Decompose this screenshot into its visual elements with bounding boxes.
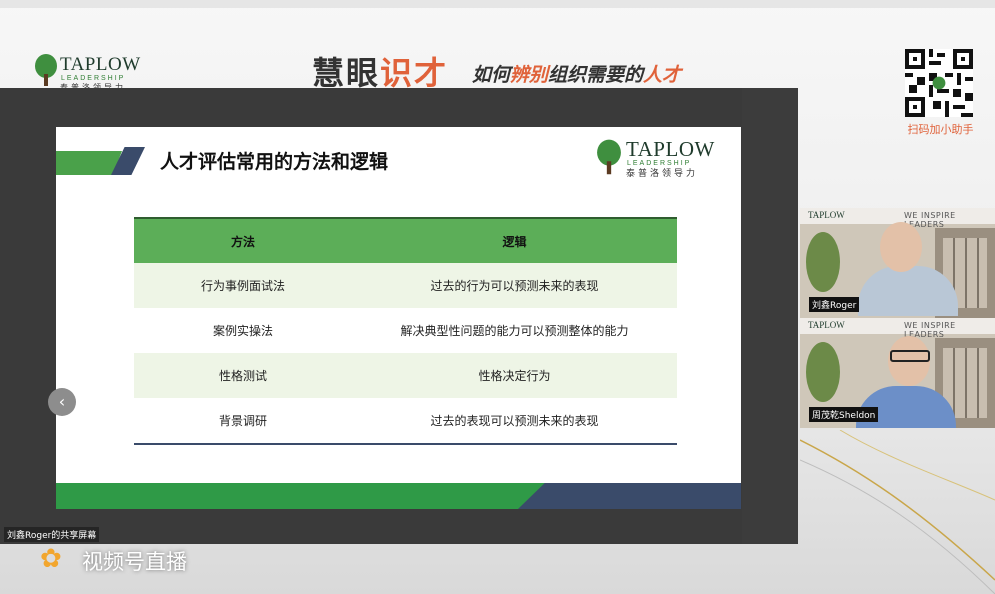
slide-accent-green [56,151,122,175]
participant-name: 周茂乾Sheldon [809,407,879,422]
table-row: 性格测试 性格决定行为 [134,353,677,398]
event-subtitle-part2: 辨别 [510,64,549,86]
logic-cell: 性格决定行为 [352,353,677,398]
tile-logo: TAPLOW [808,320,845,330]
brand-sub: LEADERSHIP [61,75,126,82]
qr-code-icon [905,49,973,117]
method-cell: 性格测试 [134,353,352,398]
channels-butterfly-icon: ✿ [40,544,62,574]
taplow-logo: TAPLOW LEADERSHIP 泰普洛领导力 [34,54,144,92]
live-stream-label: 视频号直播 [82,550,187,574]
decorative-curves [800,430,995,594]
header-logic: 逻辑 [352,217,677,263]
participant-video-tile[interactable]: TAPLOW WE INSPIRE LEADERS 刘鑫Roger [800,208,995,318]
logic-cell: 解决典型性问题的能力可以预测整体的能力 [400,324,629,338]
previous-page-button[interactable]: ‹ [48,388,76,416]
shared-screen-margin [742,88,798,544]
slide-brand-name: TAPLOW [626,137,715,161]
tile-motto: WE INSPIRE LEADERS [904,321,956,339]
participant-head [880,222,922,272]
slide-taplow-logo: TAPLOW LEADERSHIP 泰普洛领导力 [596,137,736,181]
qr-label: 扫码加小助手 [907,123,974,136]
event-title-part1: 慧眼 [312,54,381,92]
event-title-part2: 识才 [380,54,449,92]
method-table: 方法 逻辑 行为事例面试法 过去的行为可以预测未来的表现 案例实操法 解决典型性… [134,217,677,445]
participant-video-tile[interactable]: TAPLOW WE INSPIRE LEADERS 周茂乾Sheldon [800,318,995,428]
table-row: 案例实操法 解决典型性问题的能力可以预测整体的能力 [134,308,677,353]
tile-logo: TAPLOW [808,210,845,220]
event-subtitle-part1: 如何 [472,64,511,86]
glasses-icon [890,350,930,362]
share-screen-label: 刘鑫Roger的共享屏幕 [4,527,100,542]
slide-title: 人才评估常用的方法和逻辑 [160,151,389,173]
presentation-slide: 人才评估常用的方法和逻辑 TAPLOW LEADERSHIP 泰普洛领导力 方法… [56,127,741,509]
table-row: 行为事例面试法 过去的行为可以预测未来的表现 [134,263,677,308]
method-cell: 背景调研 [134,398,352,445]
chevron-left-icon: ‹ [58,392,66,411]
tree-logo-icon [597,139,621,175]
plant-background [806,232,840,292]
tree-logo-icon [35,54,57,86]
qr-code[interactable] [905,49,973,117]
logic-cell: 过去的行为可以预测未来的表现 [352,263,677,308]
header-method: 方法 [134,217,352,263]
slide-footer-navy [518,483,741,509]
top-bar [0,0,995,8]
method-cell: 案例实操法 [212,324,273,338]
brand-name: TAPLOW [60,54,141,75]
logic-cell: 过去的表现可以预测未来的表现 [352,398,677,445]
table-row: 背景调研 过去的表现可以预测未来的表现 [134,398,677,445]
tile-motto: WE INSPIRE LEADERS [904,211,956,229]
shared-screen: 人才评估常用的方法和逻辑 TAPLOW LEADERSHIP 泰普洛领导力 方法… [0,88,798,544]
event-subtitle-part4: 人才 [643,64,682,86]
participant-name: 刘鑫Roger [809,297,860,312]
plant-background [806,342,840,402]
slide-brand-cn: 泰普洛领导力 [626,169,699,179]
method-cell: 行为事例面试法 [134,263,352,308]
event-subtitle-part3: 组织需要的 [548,64,644,86]
slide-footer-green [56,483,576,509]
event-subtitle: 如何辨别组织需要的人才 [472,60,681,87]
table-header-row: 方法 逻辑 [134,217,677,263]
